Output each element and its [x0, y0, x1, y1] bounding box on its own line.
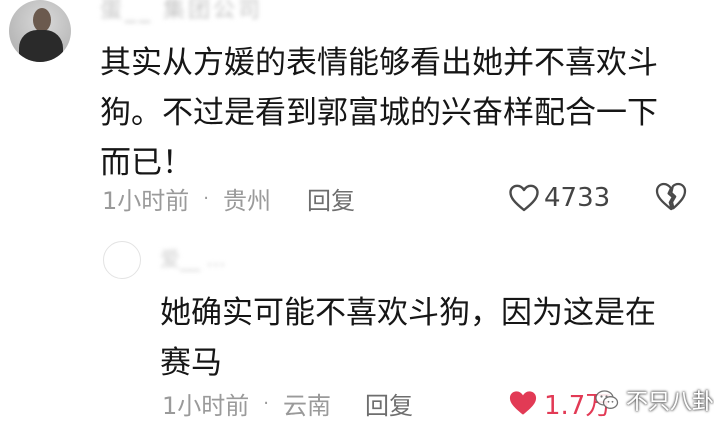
heart-filled-icon: [509, 391, 537, 415]
watermark-text: 不只八卦: [626, 390, 714, 415]
comment-time: 1小时前: [102, 186, 190, 215]
comment-time: 1小时前: [162, 391, 250, 420]
comment-text: 其实从方媛的表情能够看出她并不喜欢斗狗。不过是看到郭富城的兴奋样配合一下而已！: [100, 45, 658, 181]
comment-text: 她确实可能不喜欢斗狗，因为这是在赛马: [160, 295, 656, 381]
watermark: 不只八卦: [594, 384, 714, 416]
avatar[interactable]: [103, 241, 141, 279]
meta-separator: ·: [263, 392, 270, 414]
avatar[interactable]: [9, 0, 71, 62]
comment-username[interactable]: 蛋__ 集团公司: [100, 0, 263, 24]
reply-button[interactable]: 回复: [365, 386, 413, 421]
comment-meta: 1小时前 · 贵州 回复: [102, 178, 355, 218]
comment-location: 云南: [283, 391, 332, 420]
meta-separator: ·: [203, 187, 210, 209]
heart-outline-icon: [509, 184, 539, 212]
like-count: 4733: [544, 183, 611, 213]
comment-meta: 1小时前 · 云南 回复: [162, 383, 413, 423]
comment-username[interactable]: 爱__ ...: [160, 243, 225, 272]
like-button[interactable]: 4733: [508, 180, 610, 216]
comment-location: 贵州: [223, 186, 272, 215]
dislike-button[interactable]: [654, 179, 688, 213]
wechat-icon: [595, 390, 619, 409]
broken-heart-icon: [655, 182, 687, 211]
reply-button[interactable]: 回复: [307, 181, 355, 216]
